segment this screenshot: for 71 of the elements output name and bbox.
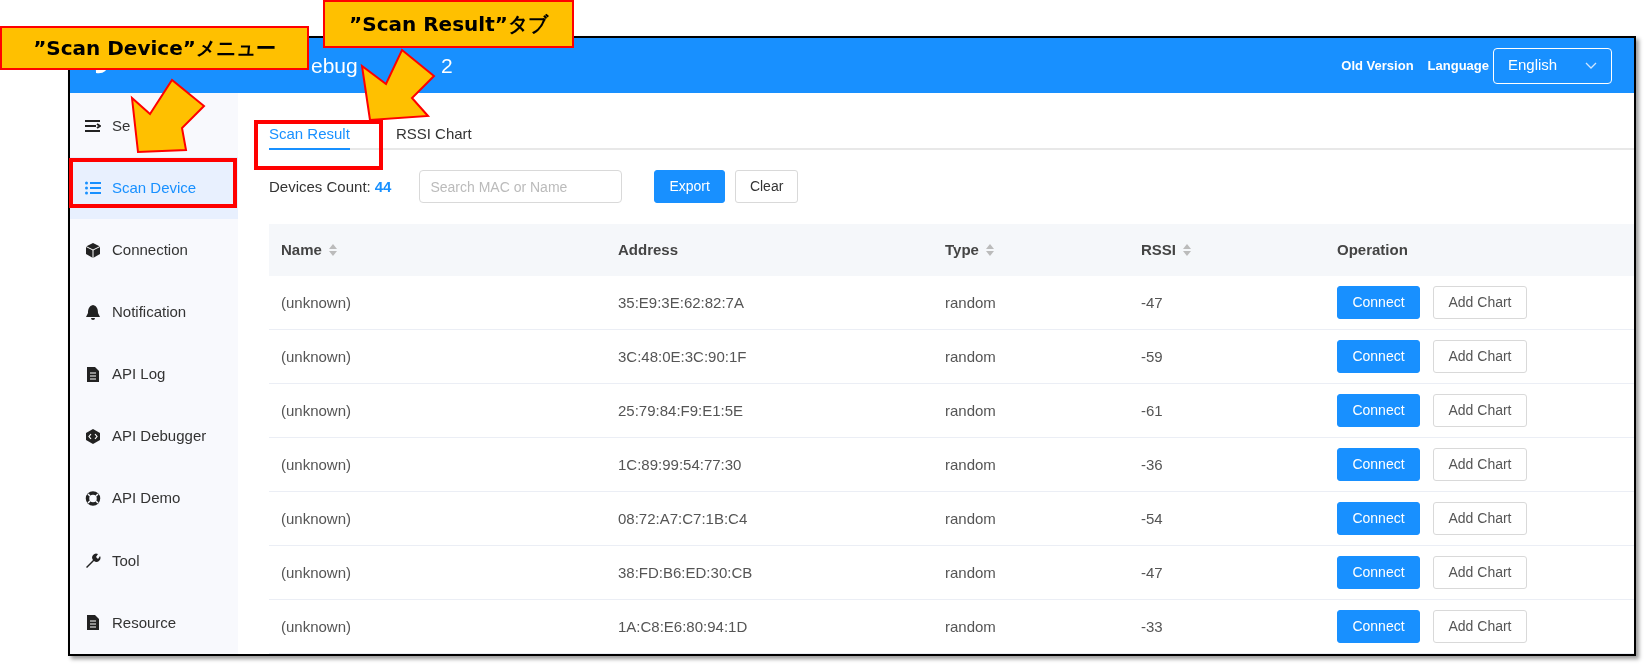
table-cell: (unknown) (281, 293, 352, 311)
sidebar-item[interactable]: API Demo (70, 467, 238, 530)
ring-icon (85, 491, 101, 507)
list-icon (85, 180, 101, 196)
sort-icon (327, 243, 338, 258)
table-cell: 08:72:A7:C7:1B:C4 (618, 509, 748, 527)
table-cell: 25:79:84:F9:E1:5E (618, 401, 744, 419)
bell-icon (85, 304, 101, 320)
header-label: Language (1427, 56, 1489, 75)
table-cell: -47 (1141, 293, 1163, 311)
devices-count-label: Devices Count: (269, 176, 371, 197)
tab[interactable]: RSSI Chart (395, 122, 472, 150)
table-cell: -36 (1141, 455, 1163, 473)
table-cell: (unknown) (281, 509, 352, 527)
table-cell: -33 (1141, 617, 1163, 635)
table-cell: -47 (1141, 563, 1163, 581)
add-chart-button[interactable]: Add Chart (1433, 610, 1527, 643)
column-header: RSSI (1141, 239, 1192, 262)
callout-label: ”Scan Result”タブ (323, 0, 574, 48)
app-title: 2 (441, 52, 453, 79)
sort-icon (1182, 243, 1192, 258)
add-chart-button[interactable]: Add Chart (1433, 556, 1527, 589)
sidebar-item[interactable]: Connection (70, 219, 238, 282)
table-cell: random (945, 563, 996, 581)
callout-label: ”Scan Device”メニュー (0, 26, 309, 70)
sidebar-item[interactable]: API Debugger (70, 405, 238, 468)
table-cell: 1A:C8:E6:80:94:1D (618, 617, 748, 635)
column-header: Address (618, 240, 679, 260)
table-cell: -54 (1141, 509, 1163, 527)
table-cell: (unknown) (281, 617, 352, 635)
table-cell: random (945, 509, 996, 527)
document-icon (85, 615, 101, 631)
menu-icon (85, 118, 101, 134)
sidebar-item[interactable]: Tool (70, 529, 238, 592)
table-cell: (unknown) (281, 455, 352, 473)
sort-icon (984, 243, 995, 258)
table-cell: -61 (1141, 401, 1163, 419)
add-chart-button[interactable]: Add Chart (1433, 394, 1527, 427)
table-cell: random (945, 455, 996, 473)
clear-button[interactable]: Clear (734, 170, 799, 204)
app-title: ebug (311, 53, 358, 77)
table-cell: (unknown) (281, 563, 352, 581)
table-cell: 3C:48:0E:3C:90:1F (618, 347, 747, 365)
devices-count: 44 (374, 176, 392, 197)
wrench-icon (85, 553, 101, 569)
document-icon (85, 367, 101, 382)
column-header: Name (281, 239, 338, 262)
cube-icon (85, 242, 101, 258)
table-cell: random (945, 617, 996, 635)
add-chart-button[interactable]: Add Chart (1433, 340, 1527, 373)
column-header: Type (945, 239, 995, 262)
sidebar-item[interactable]: Resource (70, 591, 238, 654)
add-chart-button[interactable]: Add Chart (1433, 502, 1527, 535)
table-cell: (unknown) (281, 401, 352, 419)
table-cell: -59 (1141, 347, 1163, 365)
chevron-down-icon (1585, 61, 1597, 70)
add-chart-button[interactable]: Add Chart (1433, 448, 1527, 481)
table-cell: 1C:89:99:54:77:30 (618, 455, 742, 473)
code-icon (85, 429, 101, 445)
search-field[interactable]: Search MAC or Name (419, 170, 623, 204)
sidebar-item[interactable]: Se (70, 95, 238, 158)
add-chart-button[interactable]: Add Chart (1433, 286, 1527, 319)
table-cell: 38:FD:B6:ED:30:CB (618, 563, 753, 581)
sidebar-item[interactable]: Notification (70, 281, 238, 344)
table-cell: random (945, 401, 996, 419)
table-cell: (unknown) (281, 347, 352, 365)
column-header: Operation (1337, 240, 1408, 260)
table-cell: 35:E9:3E:62:82:7A (618, 293, 744, 311)
table-cell: random (945, 347, 996, 365)
table-cell: random (945, 293, 996, 311)
sidebar-item[interactable]: API Log (70, 343, 238, 406)
